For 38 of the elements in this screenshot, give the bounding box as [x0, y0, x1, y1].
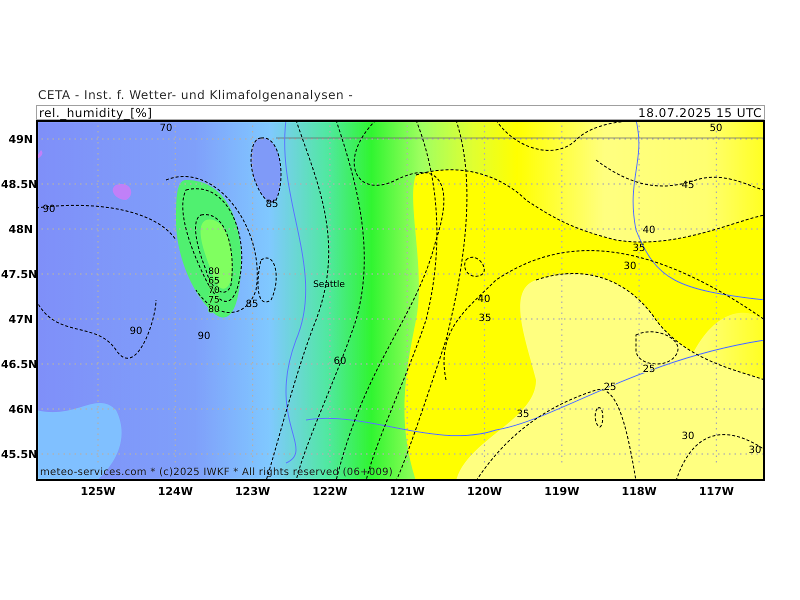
longitude-label: 122W — [311, 486, 348, 497]
longitude-label: 125W — [79, 486, 117, 497]
contour-label: 45 — [682, 180, 694, 191]
latitude-label: 47N — [7, 314, 33, 325]
longitude-label: 123W — [234, 486, 272, 497]
contour-label: 30 — [624, 261, 636, 272]
contour-label: 80 — [208, 267, 220, 277]
contour-label: 35 — [632, 243, 646, 254]
chart-title: CETA - Inst. f. Wetter- und Klimafolgenanalysen - — [37, 87, 354, 104]
contour-label: 90 — [130, 326, 142, 337]
contour-label: 90 — [42, 204, 56, 215]
contour-label: 40 — [478, 294, 490, 305]
longitude-label: 117W — [698, 486, 735, 497]
contour-label: 85 — [246, 299, 258, 310]
contour-label: 60 — [334, 356, 346, 367]
contour-label: 70 — [208, 286, 220, 296]
latitude-label: 46N — [7, 404, 33, 415]
longitude-label: 124W — [156, 486, 194, 497]
valid-time: 18.07.2025 15 UTC — [638, 106, 762, 118]
contour-label: 70 — [160, 123, 172, 134]
longitude-label: 119W — [543, 486, 580, 497]
latitude-label: 49N — [7, 134, 33, 145]
contour-label: 90 — [198, 331, 210, 342]
contour-label: 35 — [516, 409, 530, 420]
contour-label: 50 — [710, 123, 722, 134]
contour-label: 30 — [682, 431, 694, 442]
contour-label: 85 — [266, 199, 278, 210]
city-label: Seattle — [313, 280, 345, 290]
longitude-label: 118W — [620, 486, 658, 497]
latitude-label: 48N — [7, 224, 33, 235]
contour-label: 75 — [208, 296, 220, 306]
contour-label: 40 — [642, 225, 656, 236]
contour-label: 65 — [208, 276, 220, 286]
contour-label: 30 — [748, 445, 762, 456]
field-name: rel._humidity_[%] — [39, 106, 152, 118]
longitude-label: 121W — [388, 486, 426, 497]
contour-label: 35 — [478, 313, 492, 324]
longitude-label: 120W — [466, 486, 504, 497]
